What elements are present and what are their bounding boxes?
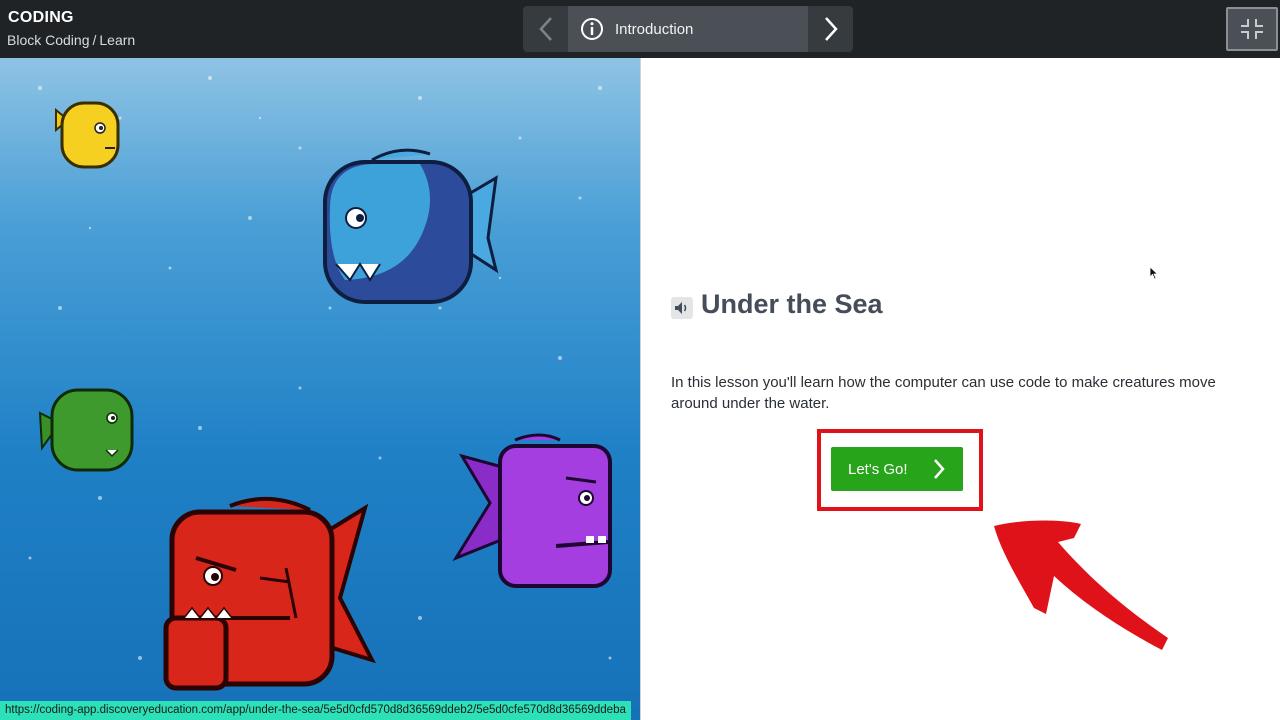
chevron-left-icon xyxy=(538,17,552,41)
app-title: CODING xyxy=(8,9,74,26)
lets-go-label: Let's Go! xyxy=(848,460,908,478)
stage-canvas xyxy=(0,58,640,720)
top-bar: CODING Block Coding / Learn Introduction xyxy=(0,0,1280,58)
breadcrumb-separator: / xyxy=(92,32,97,48)
lets-go-button[interactable]: Let's Go! xyxy=(831,447,963,491)
annotation-arrow xyxy=(994,520,1168,650)
lesson-panel: Under the Sea In this lesson you'll lear… xyxy=(640,58,1280,720)
game-stage[interactable]: https://coding-app.discoveryeducation.co… xyxy=(0,58,640,720)
exit-fullscreen-button[interactable] xyxy=(1226,7,1278,51)
lesson-description: In this lesson you'll learn how the comp… xyxy=(671,374,1216,412)
info-icon xyxy=(581,18,603,40)
breadcrumb-item-block-coding[interactable]: Block Coding xyxy=(7,32,90,48)
breadcrumb: Block Coding / Learn xyxy=(7,32,135,48)
previous-step-button[interactable] xyxy=(523,6,568,52)
yellow-fish xyxy=(55,101,120,169)
next-step-button[interactable] xyxy=(808,6,853,52)
status-bar-url: https://coding-app.discoveryeducation.co… xyxy=(0,701,631,720)
mouse-cursor-icon xyxy=(1149,266,1159,280)
breadcrumb-item-learn[interactable]: Learn xyxy=(99,32,135,48)
lesson-navigation: Introduction xyxy=(523,6,853,52)
chevron-right-icon xyxy=(934,459,945,479)
exit-fullscreen-icon xyxy=(1241,19,1263,39)
chevron-right-icon xyxy=(824,17,838,41)
speaker-icon xyxy=(675,302,687,314)
speaker-button[interactable] xyxy=(671,297,693,319)
lesson-title: Under the Sea xyxy=(701,289,883,319)
step-title-box[interactable]: Introduction xyxy=(568,6,808,52)
step-title: Introduction xyxy=(615,20,694,38)
